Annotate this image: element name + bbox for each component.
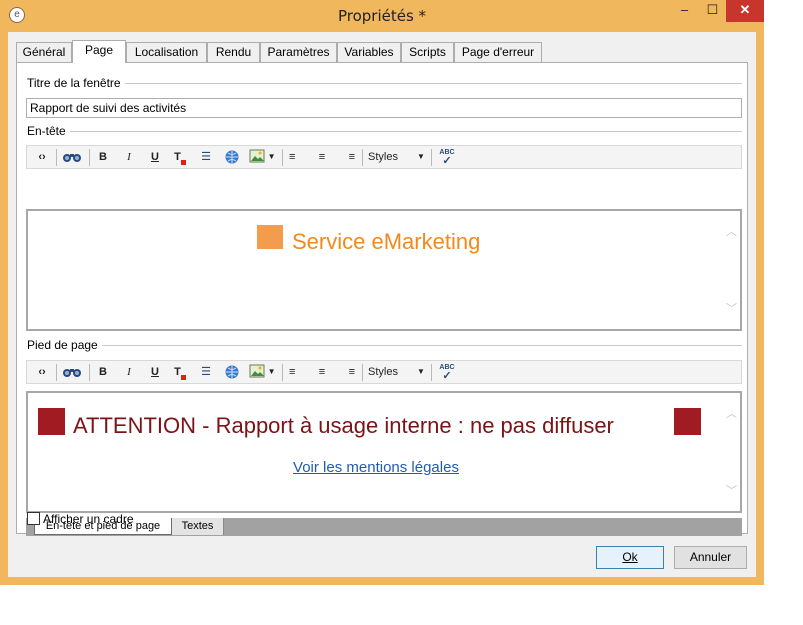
insert-image-button[interactable]: ▼ (247, 149, 277, 165)
text-color-button[interactable]: T (172, 364, 188, 380)
bullet-list-icon[interactable]: ☰ (198, 149, 214, 165)
red-square-left (38, 408, 65, 435)
bold-button[interactable]: B (95, 149, 111, 165)
styles-label: Styles (368, 151, 398, 163)
cancel-button[interactable]: Annuler (674, 546, 747, 569)
close-button[interactable]: ✕ (726, 0, 764, 22)
align-center-icon[interactable]: ≡ (314, 149, 330, 165)
align-right-icon[interactable]: ≡ (339, 149, 355, 165)
scroll-down-icon[interactable]: ﹀ (726, 304, 737, 315)
show-frame-checkbox[interactable] (27, 512, 40, 525)
align-center-icon[interactable]: ≡ (314, 364, 330, 380)
spell-check-icon[interactable]: ABC ✓ (437, 149, 457, 167)
toolbar-separator (362, 364, 363, 381)
find-binoculars-icon[interactable] (61, 364, 83, 380)
text-color-icon: T (174, 366, 181, 378)
chevron-down-icon: ▼ (267, 367, 276, 376)
underline-button[interactable]: U (147, 149, 163, 165)
toolbar-separator (431, 364, 432, 381)
toolbar-separator (89, 149, 90, 166)
properties-dialog: e Propriétés * – ☐ ✕ Général Page Locali… (0, 0, 764, 585)
dialog-client-area: Général Page Localisation Rendu Paramètr… (8, 32, 756, 577)
color-swatch (180, 375, 186, 380)
window-title-input[interactable]: Rapport de suivi des activités (26, 98, 742, 118)
hyperlink-globe-icon[interactable] (223, 364, 241, 380)
toolbar-separator (89, 364, 90, 381)
tab-scripts[interactable]: Scripts (401, 42, 454, 62)
text-color-button[interactable]: T (172, 149, 188, 165)
footer-toolbar: ‹› B I U T ☰ ▼ ≡ ≡ ≡ Styles ▼ ABC ✓ (26, 360, 742, 384)
bullet-list-icon[interactable]: ☰ (198, 364, 214, 380)
orange-square (257, 225, 283, 249)
source-code-icon[interactable]: ‹› (33, 149, 51, 165)
tab-variables[interactable]: Variables (337, 42, 401, 62)
toolbar-separator (362, 149, 363, 166)
footer-scrollbar[interactable]: ︿ ﹀ (723, 393, 740, 511)
header-scrollbar[interactable]: ︿ ﹀ (723, 211, 740, 329)
group-divider (27, 131, 742, 132)
chevron-down-icon: ▼ (417, 152, 425, 161)
chevron-down-icon: ▼ (267, 152, 276, 161)
italic-button[interactable]: I (121, 364, 137, 380)
toolbar-separator (431, 149, 432, 166)
toolbar-separator (56, 364, 57, 381)
header-editor[interactable]: Service eMarketing ︿ ﹀ (26, 209, 742, 331)
check-mark-icon: ✓ (442, 155, 452, 167)
tab-parametres[interactable]: Paramètres (260, 42, 337, 62)
tab-page[interactable]: Page (72, 40, 126, 63)
source-code-icon[interactable]: ‹› (33, 364, 51, 380)
tab-localisation[interactable]: Localisation (126, 42, 207, 62)
align-right-icon[interactable]: ≡ (339, 364, 355, 380)
underline-button[interactable]: U (147, 364, 163, 380)
red-square-right (674, 408, 701, 435)
chevron-down-icon: ▼ (417, 367, 425, 376)
tab-texts[interactable]: Textes (172, 518, 224, 535)
align-left-icon[interactable]: ≡ (289, 149, 305, 165)
footer-editor[interactable]: ATTENTION - Rapport à usage interne : ne… (26, 391, 742, 513)
find-binoculars-icon[interactable] (61, 149, 83, 165)
tab-rendu[interactable]: Rendu (207, 42, 260, 62)
tab-page-erreur[interactable]: Page d'erreur (454, 42, 542, 62)
window-title-label: Titre de la fenêtre (27, 76, 125, 90)
footer-label: Pied de page (27, 338, 102, 352)
show-frame-label[interactable]: Afficher un cadre (43, 512, 134, 526)
header-text: Service eMarketing (292, 229, 481, 254)
scroll-down-icon[interactable]: ﹀ (726, 486, 737, 497)
check-mark-icon: ✓ (442, 370, 452, 382)
scroll-up-icon[interactable]: ︿ (726, 227, 737, 238)
text-color-icon: T (174, 151, 181, 163)
window-title: Propriétés * (337, 7, 427, 25)
page-tab-panel: Titre de la fenêtre Rapport de suivi des… (16, 62, 748, 536)
footer-warning-text: ATTENTION - Rapport à usage interne : ne… (73, 413, 614, 438)
hyperlink-globe-icon[interactable] (223, 149, 241, 165)
tab-general[interactable]: Général (16, 42, 72, 62)
toolbar-separator (56, 149, 57, 166)
scroll-up-icon[interactable]: ︿ (726, 409, 737, 420)
title-bar[interactable]: e Propriétés * – ☐ ✕ (0, 0, 764, 32)
bold-button[interactable]: B (95, 364, 111, 380)
group-divider (27, 345, 742, 346)
spell-check-icon[interactable]: ABC ✓ (437, 364, 457, 382)
align-left-icon[interactable]: ≡ (289, 364, 305, 380)
ok-label: Ok (622, 550, 638, 564)
header-toolbar: ‹› B I U T ☰ ▼ ≡ ≡ ≡ Styles ▼ ABC ✓ (26, 145, 742, 169)
minimize-button[interactable]: – (671, 0, 698, 22)
ok-button[interactable]: Ok (596, 546, 664, 569)
toolbar-separator (282, 364, 283, 381)
group-divider (27, 83, 742, 84)
legal-notice-link[interactable]: Voir les mentions légales (28, 459, 724, 476)
color-swatch (180, 160, 186, 165)
header-label: En-tête (27, 124, 70, 138)
styles-dropdown[interactable]: Styles ▼ (368, 364, 430, 380)
styles-dropdown[interactable]: Styles ▼ (368, 149, 430, 165)
toolbar-separator (282, 149, 283, 166)
styles-label: Styles (368, 366, 398, 378)
maximize-button[interactable]: ☐ (699, 0, 726, 22)
italic-button[interactable]: I (121, 149, 137, 165)
insert-image-button[interactable]: ▼ (247, 364, 277, 380)
